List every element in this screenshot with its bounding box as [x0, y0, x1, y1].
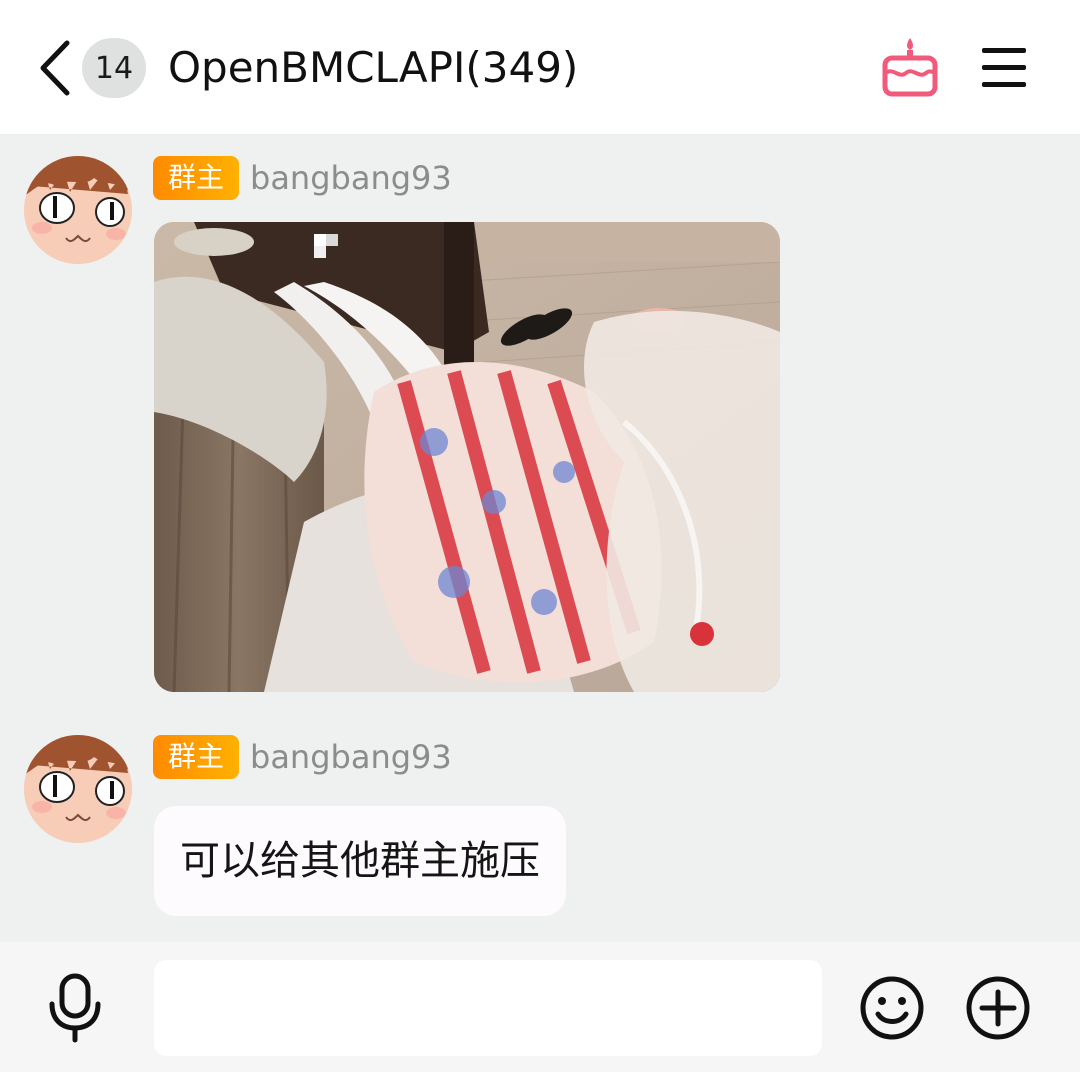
- plus-circle-icon: [964, 974, 1032, 1042]
- role-badge-owner: 群主: [153, 735, 239, 779]
- microphone-icon: [44, 972, 106, 1044]
- input-bar: [0, 942, 1080, 1072]
- back-button[interactable]: [28, 36, 82, 100]
- chevron-left-icon: [37, 39, 73, 97]
- chat-header: 14 OpenBMCLAPI(349): [0, 0, 1080, 134]
- message-input[interactable]: [154, 960, 822, 1056]
- chat-window: 14 OpenBMCLAPI(349) 群主 bangbang93 群主 ban…: [0, 0, 1080, 1072]
- image-message[interactable]: [154, 222, 780, 692]
- text-message-bubble[interactable]: 可以给其他群主施压: [154, 806, 566, 916]
- cake-icon: [880, 36, 940, 98]
- more-actions-button[interactable]: [964, 974, 1032, 1042]
- menu-button[interactable]: [974, 40, 1034, 96]
- sender-name[interactable]: bangbang93: [250, 156, 452, 200]
- hamburger-menu-icon: [974, 40, 1034, 96]
- voice-button[interactable]: [44, 972, 106, 1044]
- chat-title[interactable]: OpenBMCLAPI(349): [168, 38, 578, 98]
- message-list[interactable]: 群主 bangbang93 群主 bangbang93 可以给其他群主施压: [0, 134, 1080, 942]
- sender-name[interactable]: bangbang93: [250, 735, 452, 779]
- cake-button[interactable]: [880, 36, 940, 98]
- smiley-icon: [858, 974, 926, 1042]
- avatar[interactable]: [24, 156, 132, 264]
- emoji-button[interactable]: [858, 974, 926, 1042]
- avatar[interactable]: [24, 735, 132, 843]
- unread-count-badge[interactable]: 14: [82, 38, 146, 98]
- role-badge-owner: 群主: [153, 156, 239, 200]
